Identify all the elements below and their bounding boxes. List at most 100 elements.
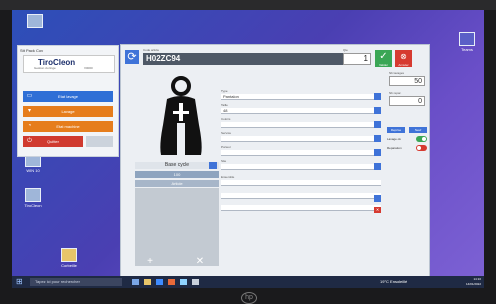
wifi-icon: ◔ [27,123,32,129]
list-item[interactable]: 100 [135,171,219,178]
app-taskbar-icon[interactable] [192,279,199,285]
logo-version: V0000 [84,66,93,70]
site-dropdown-button[interactable] [374,163,381,170]
cycle-label: Base cycle [164,162,190,168]
store-icon[interactable] [180,279,187,285]
field-label: Taille [221,103,228,107]
service-field[interactable] [221,136,381,142]
add-button[interactable]: + [135,257,165,267]
machine-status-button[interactable]: ◔ Etat machine [23,121,113,132]
desktop-icon-label: Corbeille [61,263,77,268]
toggle-knob [422,137,426,141]
app-icon [25,188,41,202]
refresh-icon: ⟳ [127,51,137,63]
remove-button[interactable]: ✕ [185,257,215,267]
color-field[interactable] [221,122,381,128]
desktop-icon-recycle-bin[interactable] [22,14,48,29]
repair-count-field[interactable]: 0 [389,96,425,106]
validate-button[interactable]: ✓ Valider [375,50,392,67]
repair-toggle[interactable] [416,145,427,151]
extra-field-2[interactable] [221,205,381,211]
clear-button[interactable]: ✕ [374,207,381,213]
clock-date: 14/01/2022 [465,282,481,286]
code-label: Code article [143,48,160,52]
close-circle-icon: ⊗ [400,52,407,61]
quantity-label: Qte [343,48,348,52]
wash-ok-toggle[interactable] [416,136,427,142]
folder-icon [61,248,77,262]
extra-field-1[interactable] [221,193,381,199]
monitor-bezel [0,0,496,10]
task-view-icon[interactable] [132,279,139,285]
plus-icon: + [147,256,153,267]
wash-count-field[interactable]: 50 [389,76,425,86]
list-item[interactable]: Article [135,180,219,187]
size-field[interactable]: 48 [221,108,381,114]
weather-tray[interactable]: 19°C Ensoleillé [380,277,407,287]
close-icon: ✕ [195,256,205,267]
info-box [86,136,113,147]
wash-status-button[interactable]: ▭ Etat lavage [23,91,113,102]
article-code-field[interactable]: H02ZC94 [143,53,369,65]
button-label: Etat machine [56,124,80,129]
toggle-label: Lavage ok [387,137,401,141]
wash-button[interactable]: ▾ Lavage [23,106,113,117]
desktop-icon-app[interactable]: TiroCleon [20,188,46,208]
wearer-field[interactable] [221,150,381,156]
office-icon[interactable] [168,279,175,285]
desktop-icon-label: Teams [461,47,473,52]
wash-count-label: Nb lavages [389,71,405,75]
type-dropdown-button[interactable] [374,93,381,100]
recycle-bin-icon [27,14,43,28]
cycle-selector[interactable]: Base cycle [135,162,219,169]
article-list[interactable] [135,188,219,266]
desktop-icon-teams[interactable]: Teams [454,32,480,52]
check-icon: ✓ [379,51,388,62]
type-field[interactable]: Pantalon [221,94,381,100]
toggle-label: Reparation [387,146,402,150]
file-explorer-icon[interactable] [144,279,151,285]
logo: TiroCleon Gestion du linge V0000 [23,55,115,73]
cancel-button[interactable]: ⊗ Annuler [395,50,412,67]
set-field[interactable] [221,180,381,186]
teams-icon [459,32,475,46]
cycle-dropdown-button[interactable] [209,162,217,169]
repair-row: Reparation [387,145,427,152]
edge-icon[interactable] [156,279,163,285]
close-icon: ✕ [375,207,380,212]
wearer-dropdown-button[interactable] [374,149,381,156]
shirt-icon: ▾ [27,108,31,114]
toggle-knob [417,146,421,150]
field-label: Ensemble [221,175,235,179]
launcher-title: Stt Pack Cov [20,48,44,53]
extra-dropdown-button[interactable] [374,195,381,202]
hp-logo: hp [241,292,257,304]
windows-icon: ⊞ [16,277,23,286]
new-button[interactable]: Neuf [409,127,427,133]
desktop-icon-label: TiroCleon [24,203,42,208]
site-field[interactable] [221,164,381,170]
field-label: Site [221,159,227,163]
list-item-label: Article [171,181,183,186]
power-icon: ⏻ [27,138,32,144]
refresh-button[interactable]: ⟳ [125,50,139,64]
color-dropdown-button[interactable] [374,121,381,128]
quantity-field[interactable]: 1 [343,53,371,65]
desktop-icon-folder[interactable]: Corbeille [56,248,82,268]
desktop-screen: WIN 10 TiroCleon Corbeille Teams Stt Pac… [12,10,484,288]
validate-label: Valider [378,63,389,67]
desktop-icon-label: WIN 10 [26,168,40,173]
service-dropdown-button[interactable] [374,135,381,142]
clock[interactable]: 14:10 14/01/2022 [457,277,481,287]
field-label: Porteur [221,145,231,149]
button-label: Lavage [61,109,75,114]
search-box[interactable]: Tapez ici pour rechercher [30,278,122,286]
wash-ok-row: Lavage ok [387,136,427,143]
quit-button[interactable]: ⏻ Quitter [23,136,83,147]
launcher-panel: Stt Pack Cov TiroCleon Gestion du linge … [17,45,119,157]
mend-button[interactable]: Reprise [387,127,405,133]
start-button[interactable]: ⊞ [16,278,24,286]
size-dropdown-button[interactable] [374,107,381,114]
article-window: ⟳ Code article H02ZC94 Qte 1 ✓ Valider ⊗… [120,44,430,277]
logo-subtitle: Gestion du linge [34,66,56,70]
